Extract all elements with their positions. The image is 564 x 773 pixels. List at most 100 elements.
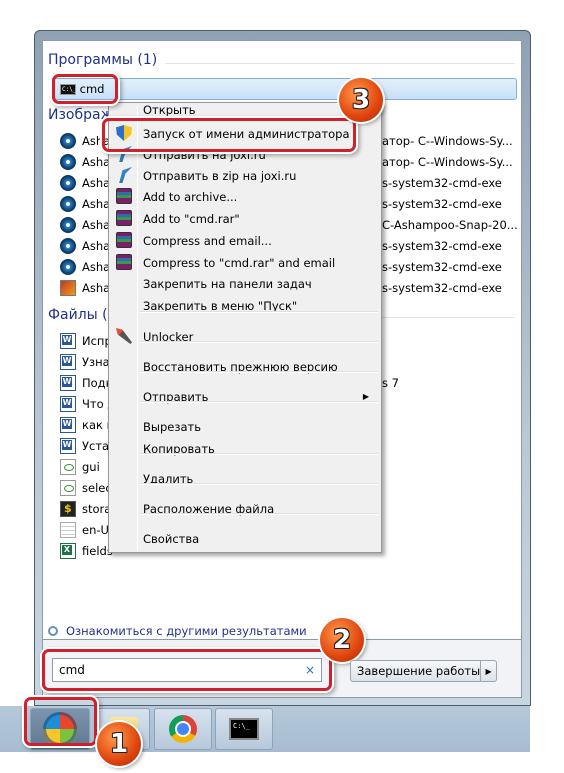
- images-list-item[interactable]: Asha: [60, 194, 110, 214]
- menu-item[interactable]: Unlocker: [111, 326, 379, 347]
- divider: [165, 63, 515, 64]
- word-icon: [60, 396, 76, 412]
- program-item-cmd[interactable]: [50, 78, 517, 100]
- taskbar-chrome[interactable]: [154, 708, 212, 750]
- disc-image-icon-icon: [60, 175, 76, 191]
- files-list-item[interactable]: gui: [60, 457, 100, 477]
- xls-icon: [60, 543, 76, 559]
- files-list-item[interactable]: Узна: [60, 352, 110, 372]
- item-name-tail: C-Ashampoo-Snap-20...: [382, 218, 518, 232]
- item-name-tail: s 7: [382, 376, 399, 390]
- menu-item-label: Compress to "cmd.rar" and email: [143, 255, 336, 270]
- menu-item[interactable]: Удалить: [111, 468, 379, 489]
- menu-item[interactable]: Закрепить на панели задач: [111, 273, 379, 294]
- menu-item[interactable]: Compress to "cmd.rar" and email: [111, 252, 379, 273]
- joxi-icon: [119, 167, 132, 183]
- cmd-window-icon: C:\_: [229, 718, 259, 740]
- step-badge-2: 2: [320, 618, 364, 662]
- menu-item[interactable]: Отправить в zip на joxi.ru: [111, 165, 379, 186]
- item-name: Asha: [82, 197, 111, 211]
- images-list-item[interactable]: Asha: [60, 257, 110, 277]
- menu-item[interactable]: Вырезать: [111, 416, 379, 437]
- menu-item[interactable]: Compress and email...: [111, 230, 379, 251]
- item-name-tail: s-system32-cmd-exe: [382, 281, 502, 295]
- images-list-item[interactable]: Asha: [60, 278, 110, 298]
- highlight-search: [42, 649, 332, 691]
- menu-separator: [140, 453, 378, 455]
- menu-item-label: Закрепить на панели задач: [143, 276, 312, 291]
- item-name: Asha: [82, 155, 111, 169]
- menu-item[interactable]: Восстановить прежнюю версию: [111, 356, 379, 377]
- item-name: Asha: [82, 239, 111, 253]
- highlight-cmd: [52, 74, 118, 104]
- menu-item[interactable]: Свойства: [111, 528, 379, 549]
- menu-item-label: Вырезать: [143, 419, 201, 434]
- menu-separator: [140, 311, 378, 313]
- menu-separator: [140, 513, 378, 515]
- item-name: stora: [82, 502, 112, 516]
- word-icon: [60, 438, 76, 454]
- word-icon: [60, 354, 76, 370]
- chrome-icon: [169, 715, 197, 743]
- files-list-item[interactable]: stora: [60, 499, 111, 519]
- disc-image-icon-icon: [60, 196, 76, 212]
- disc-image-icon-icon: [60, 133, 76, 149]
- step-badge-3: 3: [339, 78, 383, 122]
- disc-image-icon-icon: [60, 238, 76, 254]
- menu-item[interactable]: Копировать: [111, 438, 379, 459]
- word-icon: [60, 375, 76, 391]
- step-badge-1: 1: [97, 722, 141, 766]
- shutdown-button[interactable]: Завершение работы ▶: [350, 660, 497, 682]
- files-list-item[interactable]: Что д: [60, 394, 115, 414]
- files-list-item[interactable]: Испр: [60, 331, 112, 351]
- rar-icon: [116, 210, 132, 226]
- see-more-results-label[interactable]: Ознакомиться с другими результатами: [66, 624, 307, 638]
- highlight-start: [24, 697, 97, 746]
- files-header: Файлы (: [48, 307, 108, 323]
- menu-separator: [140, 371, 378, 373]
- txt-icon: [60, 522, 76, 538]
- item-name: Asha: [82, 176, 111, 190]
- menu-item-label: Свойства: [143, 531, 200, 546]
- disc-image-icon-icon: [60, 259, 76, 275]
- item-name: Asha: [82, 260, 111, 274]
- item-name-tail: s-system32-cmd-exe: [382, 197, 502, 211]
- htm-icon: [60, 480, 76, 496]
- disc-image-icon-icon: [60, 154, 76, 170]
- item-name: Asha: [82, 218, 111, 232]
- files-list-item[interactable]: selec: [60, 478, 112, 498]
- images-list-item[interactable]: Asha: [60, 236, 110, 256]
- files-list-item[interactable]: en-U: [60, 520, 109, 540]
- divider: [382, 317, 515, 318]
- rar-icon: [116, 188, 132, 204]
- taskbar-cmd[interactable]: C:\_: [215, 708, 273, 750]
- files-list-item[interactable]: fields: [60, 541, 113, 561]
- programs-header: Программы (1): [48, 52, 158, 68]
- files-list-item[interactable]: Подк: [60, 373, 113, 393]
- images-list-item[interactable]: Asha: [60, 173, 110, 193]
- menu-item[interactable]: Add to archive...: [111, 186, 379, 207]
- item-name-tail: атор- C--Windows-Sy...: [382, 155, 513, 169]
- menu-item[interactable]: Add to "cmd.rar": [111, 208, 379, 229]
- files-list-item[interactable]: как и: [60, 415, 114, 435]
- word-icon: [60, 333, 76, 349]
- disc-image-icon-icon: [60, 217, 76, 233]
- menu-item-label: Add to "cmd.rar": [143, 211, 240, 226]
- menu-separator: [140, 401, 378, 403]
- shutdown-options-arrow-icon[interactable]: ▶: [481, 661, 496, 681]
- images-list-item[interactable]: Asha: [60, 152, 110, 172]
- item-name-tail: s-system32-cmd-exe: [382, 239, 502, 253]
- shutdown-label[interactable]: Завершение работы: [351, 661, 482, 681]
- images-list-item[interactable]: Asha: [60, 215, 110, 235]
- item-name: Узна: [82, 355, 110, 369]
- menu-item-label: Compress and email...: [143, 233, 272, 248]
- see-more-results-link[interactable]: Ознакомиться с другими результатами: [48, 624, 307, 638]
- word-icon: [60, 417, 76, 433]
- menu-item[interactable]: Расположение файла: [111, 498, 379, 519]
- menu-item-label: Отправить в zip на joxi.ru: [143, 168, 297, 183]
- item-name-tail: s-system32-cmd-exe: [382, 176, 502, 190]
- menu-separator: [140, 341, 378, 343]
- submenu-arrow-icon: ▶: [362, 392, 369, 401]
- context-menu: Открыть Запуск от имени администратора От…: [108, 102, 382, 553]
- menu-item[interactable]: Отправить ▶: [111, 386, 379, 407]
